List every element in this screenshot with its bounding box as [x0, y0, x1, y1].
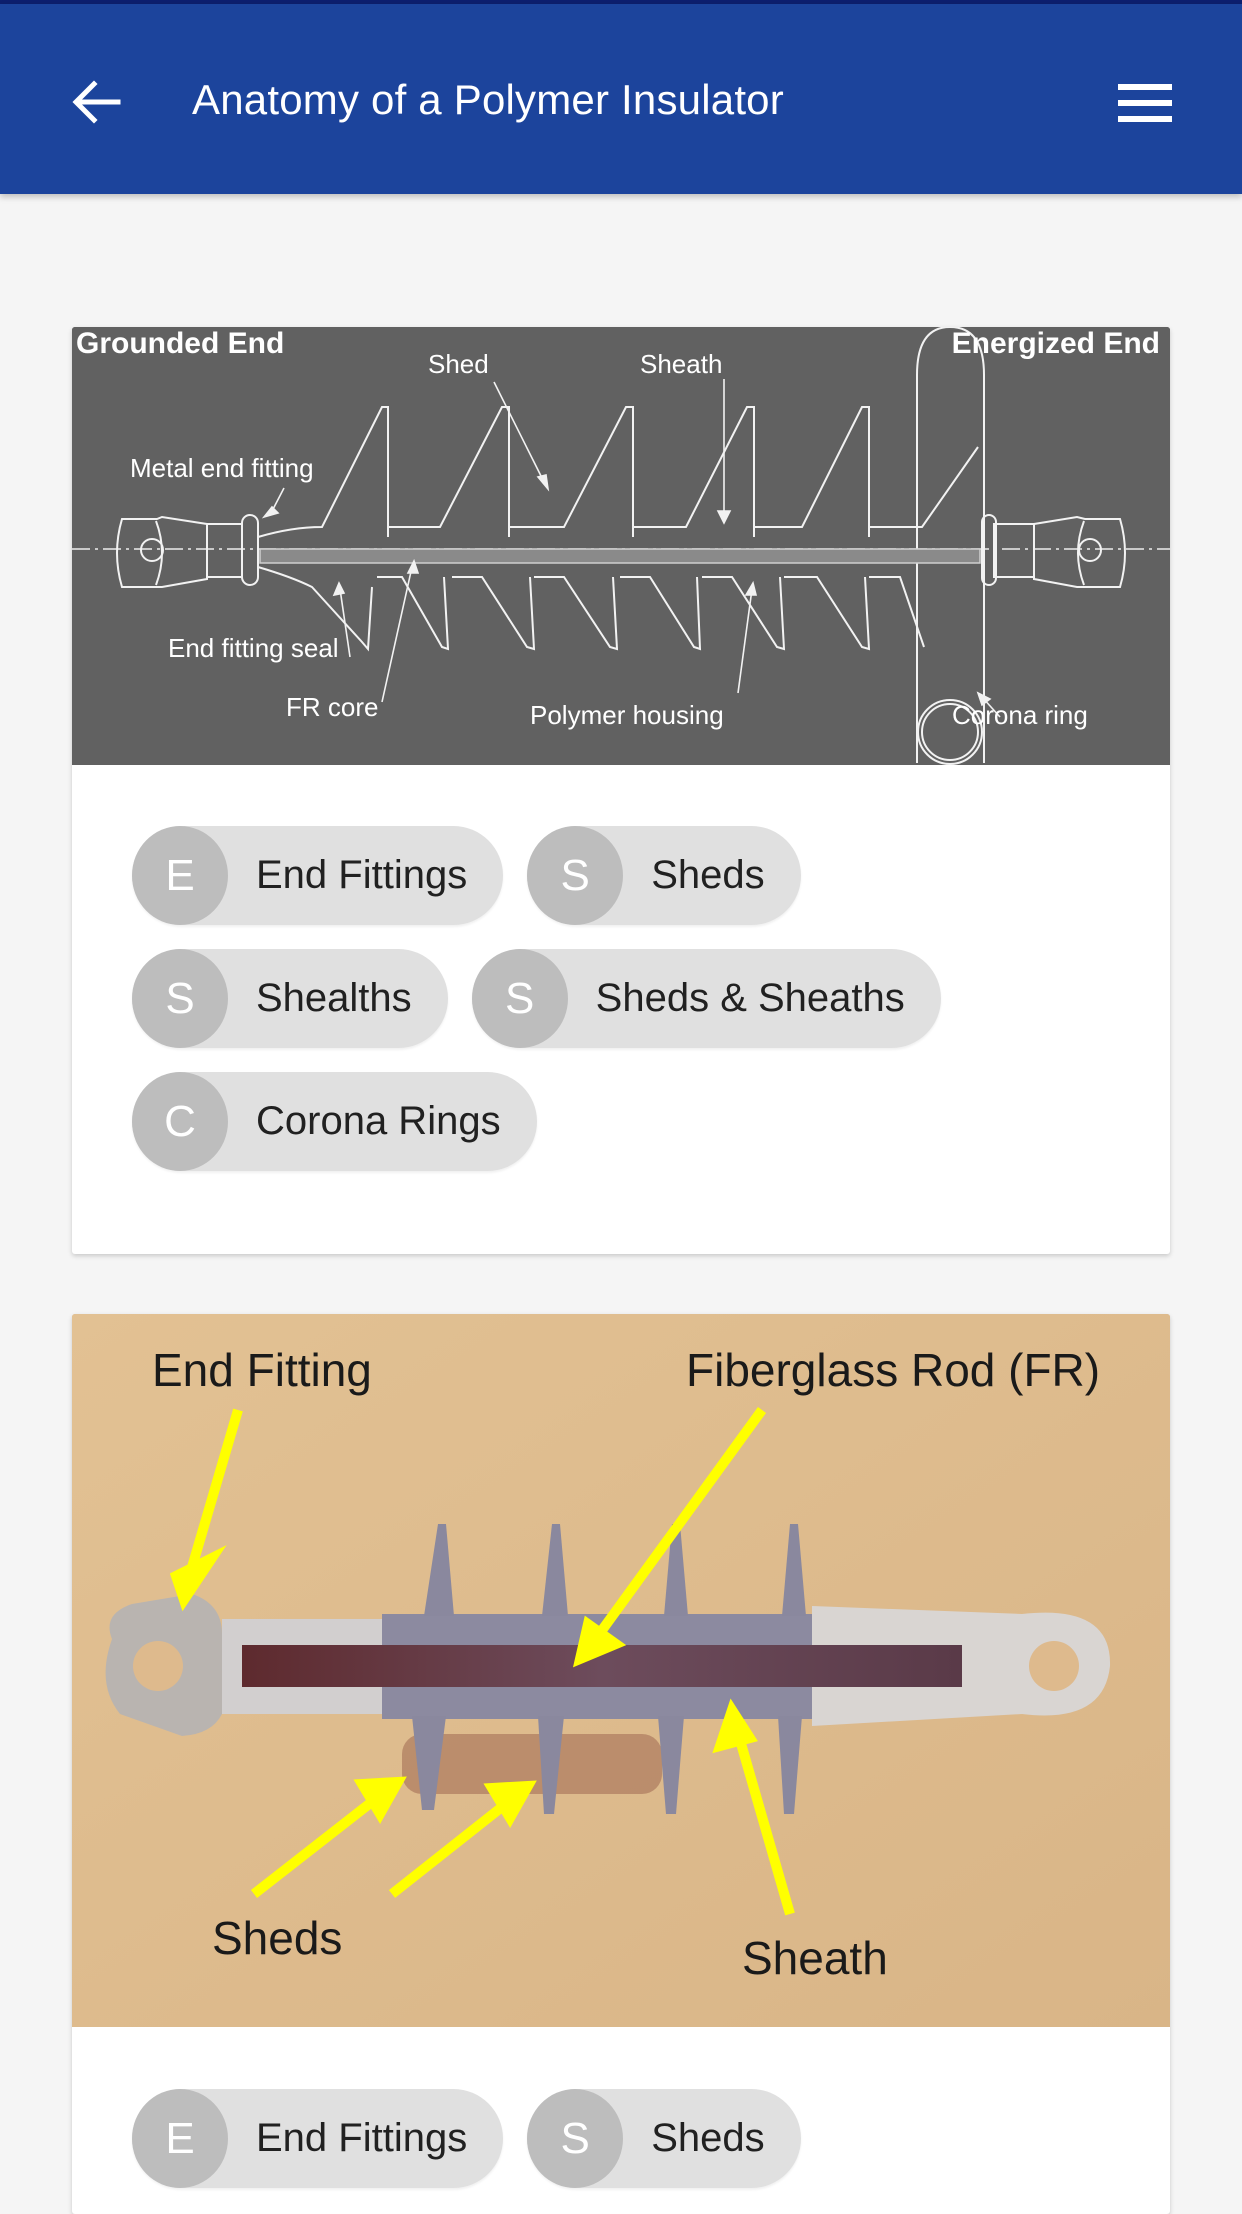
arrow-left-icon[interactable] [70, 76, 122, 128]
chip-avatar: C [132, 1072, 228, 1171]
photo-label-end-fitting: End Fitting [152, 1344, 372, 1396]
chip-label: Sheds & Sheaths [595, 976, 905, 1020]
label-grounded-end: Grounded End [76, 327, 284, 360]
chip-avatar: S [471, 949, 568, 1048]
chip-avatar: E [132, 2089, 228, 2188]
label-sheath: Sheath [640, 349, 722, 379]
label-energized-end: Energized End [952, 327, 1160, 360]
anatomy-card-diagram: Grounded End Energized End Shed Sheath M… [72, 327, 1170, 1254]
chip-end-fittings[interactable]: E End Fittings [132, 2089, 504, 2188]
chip-label: Corona Rings [256, 1099, 501, 1143]
chip-group: E End Fittings S Sheds S Shealths S Shed… [132, 826, 1112, 1195]
label-shed: Shed [428, 349, 489, 379]
label-polymer-housing: Polymer housing [530, 700, 724, 730]
label-metal-end-fitting: Metal end fitting [130, 453, 314, 483]
label-fr-core: FR core [286, 692, 378, 722]
chip-avatar: E [132, 826, 228, 925]
label-corona-ring: Corona ring [952, 700, 1088, 730]
chip-label: End Fittings [256, 2116, 468, 2160]
chip-avatar: S [527, 2089, 624, 2188]
page-title: Anatomy of a Polymer Insulator [192, 76, 784, 123]
photo-label-sheath: Sheath [742, 1932, 888, 1984]
chip-shealths[interactable]: S Shealths [132, 949, 448, 1048]
insulator-cutaway-photo[interactable]: End Fitting Fiberglass Rod (FR) Sheds Sh… [72, 1314, 1170, 2027]
anatomy-card-photo: End Fitting Fiberglass Rod (FR) Sheds Sh… [72, 1314, 1170, 2214]
chip-sheds[interactable]: S Sheds [527, 2089, 801, 2188]
chip-end-fittings[interactable]: E End Fittings [132, 826, 504, 925]
chip-avatar: S [527, 826, 624, 925]
chip-label: Sheds [651, 853, 765, 897]
chip-label: Sheds [651, 2116, 765, 2160]
hamburger-menu-icon[interactable] [1116, 82, 1174, 124]
chip-avatar: S [132, 949, 228, 1048]
chip-sheds[interactable]: S Sheds [527, 826, 801, 925]
photo-label-sheds: Sheds [212, 1912, 342, 1964]
chip-label: End Fittings [256, 853, 468, 897]
photo-label-fiberglass-rod: Fiberglass Rod (FR) [686, 1344, 1100, 1396]
chip-sheds-and-sheaths[interactable]: S Sheds & Sheaths [471, 949, 941, 1048]
label-end-fitting-seal: End fitting seal [168, 633, 339, 663]
app-bar: Anatomy of a Polymer Insulator [0, 4, 1242, 194]
insulator-diagram[interactable]: Grounded End Energized End Shed Sheath M… [72, 327, 1170, 765]
chip-label: Shealths [256, 976, 412, 1020]
chip-corona-rings[interactable]: C Corona Rings [132, 1072, 537, 1171]
